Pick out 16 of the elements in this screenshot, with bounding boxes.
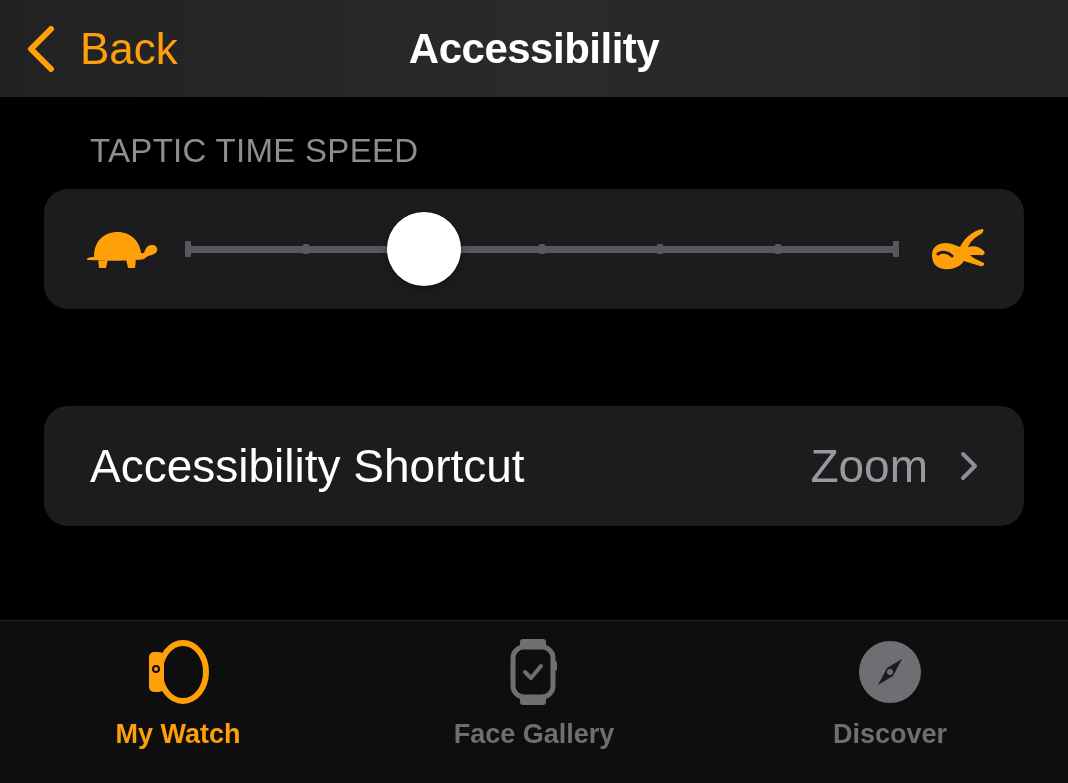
chevron-right-icon xyxy=(960,451,978,481)
tab[interactable]: Face Gallery xyxy=(356,621,712,783)
chevron-left-icon xyxy=(26,25,56,72)
turtle-icon xyxy=(84,229,158,269)
rabbit-icon xyxy=(930,227,986,271)
row-label: Accessibility Shortcut xyxy=(90,439,526,493)
watch-side-icon xyxy=(146,639,210,705)
accessibility-shortcut-row[interactable]: Accessibility Shortcut Zoom xyxy=(44,406,1024,526)
tab[interactable]: My Watch xyxy=(0,621,356,783)
back-button[interactable]: Back xyxy=(0,23,178,74)
tab[interactable]: Discover xyxy=(712,621,1068,783)
section-header: TAPTIC TIME SPEED xyxy=(89,131,420,171)
row-value: Zoom xyxy=(810,439,928,493)
watch-icon xyxy=(510,639,558,705)
page-title: Accessibility xyxy=(408,24,660,73)
compass-icon xyxy=(858,640,922,704)
